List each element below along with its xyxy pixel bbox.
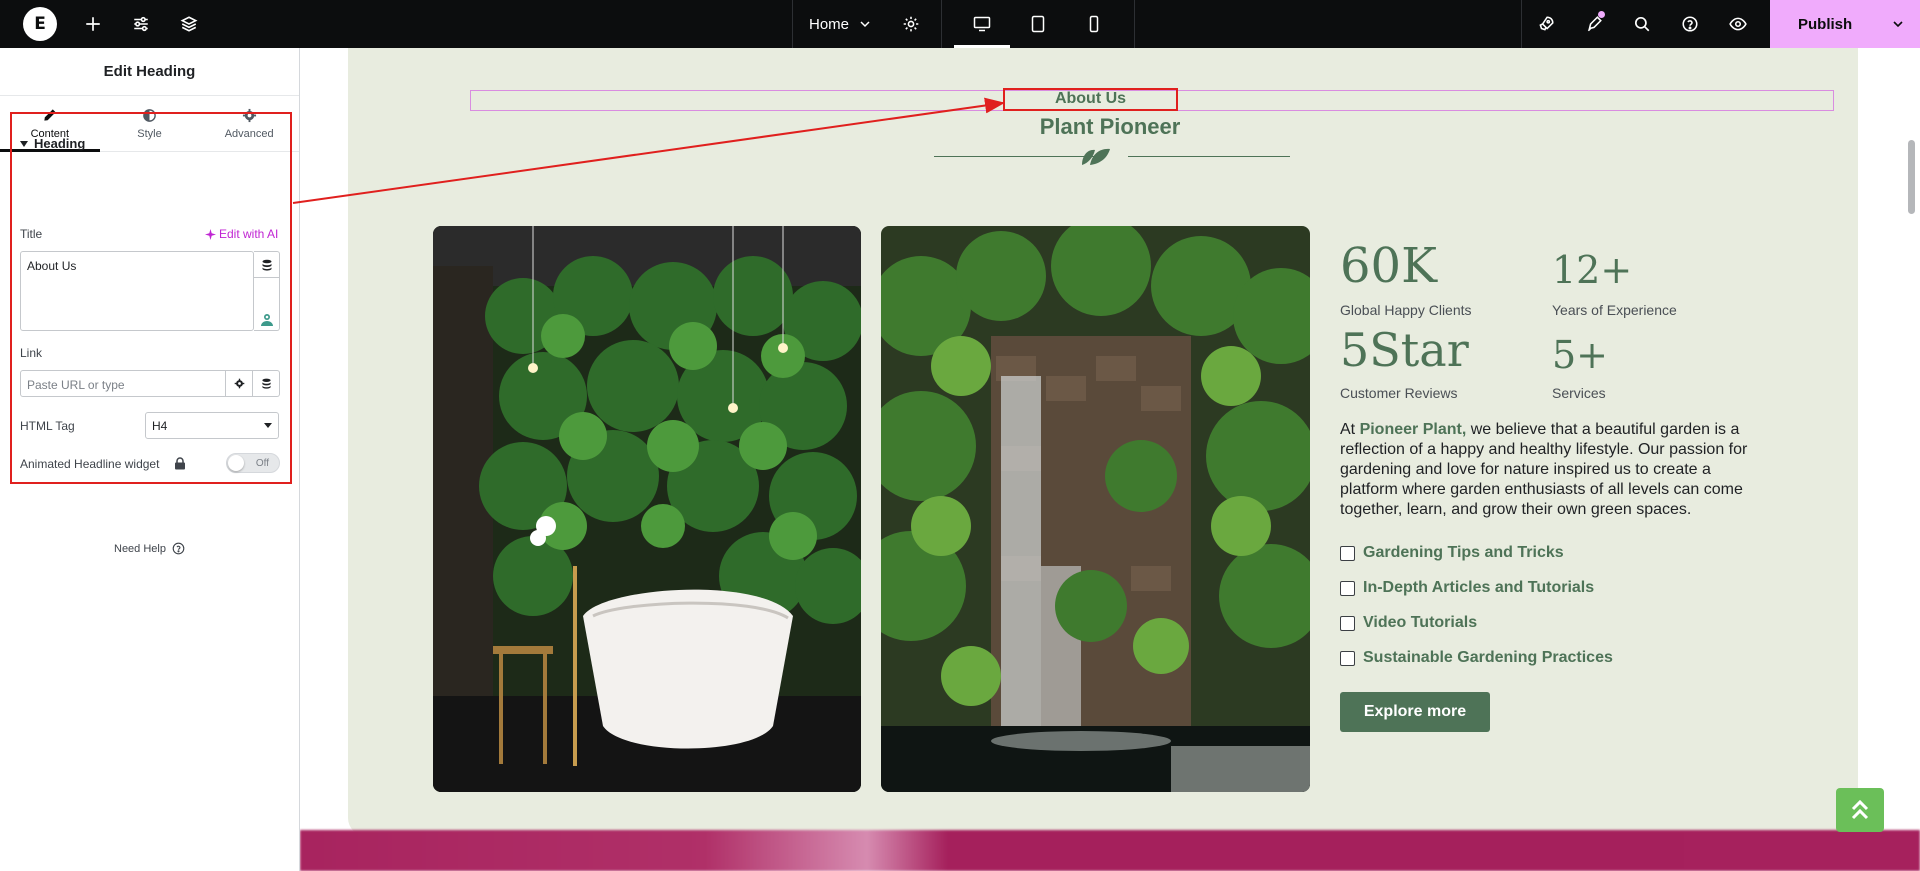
- title-label: Title: [20, 227, 43, 241]
- html-tag-label: HTML Tag: [20, 419, 75, 433]
- explore-more-button[interactable]: Explore more: [1340, 692, 1490, 732]
- mobile-view-icon[interactable]: [1066, 0, 1122, 48]
- desktop-view-icon[interactable]: [954, 0, 1011, 48]
- list-item-label: In-Depth Articles and Tutorials: [1363, 579, 1595, 596]
- list-item-label: Gardening Tips and Tricks: [1363, 544, 1564, 561]
- whats-new-icon[interactable]: [1570, 0, 1618, 48]
- animated-headline-toggle[interactable]: Off: [226, 453, 280, 473]
- about-heading[interactable]: About Us: [1003, 90, 1178, 108]
- toggle-label: Off: [255, 457, 269, 469]
- link-dynamic-database-icon[interactable]: [253, 370, 280, 397]
- bathroom-plant-wall-image: [433, 226, 861, 792]
- about-paragraph: At Pioneer Plant, we believe that a beau…: [1340, 420, 1760, 520]
- site-settings-sliders-icon[interactable]: [117, 0, 165, 48]
- stat-value: 12+: [1552, 248, 1633, 292]
- caret-down-icon: [264, 423, 272, 428]
- title-textarea[interactable]: About Us: [20, 251, 254, 331]
- chevron-down-icon[interactable]: [1892, 18, 1904, 30]
- notification-dot: [1598, 11, 1605, 18]
- ai-assistant-icon[interactable]: [254, 278, 279, 332]
- para-prefix: At: [1340, 421, 1360, 438]
- divider: [941, 0, 943, 48]
- checkbox-square-icon: [1340, 650, 1355, 666]
- list-item-label: Video Tutorials: [1363, 614, 1478, 631]
- preview-canvas: About Us Plant Pioneer 60K Global Happy …: [300, 48, 1920, 871]
- chevron-down-icon: [860, 21, 870, 28]
- preview-eye-icon[interactable]: [1714, 0, 1762, 48]
- sparkle-icon: [205, 228, 216, 240]
- stat-value: 60K: [1340, 238, 1437, 294]
- leaf-icon: [1082, 148, 1110, 165]
- list-item-label: Sustainable Gardening Practices: [1363, 649, 1613, 666]
- page-settings-gear-icon[interactable]: [887, 0, 935, 48]
- title-side-buttons: [254, 251, 280, 331]
- top-bar-center: Home: [792, 0, 1136, 48]
- structure-layers-icon[interactable]: [165, 0, 213, 48]
- brand-name: Pioneer Plant,: [1359, 421, 1467, 438]
- page-name: Home: [809, 15, 850, 33]
- list-item: In-Depth Articles and Tutorials: [1340, 579, 1594, 597]
- tablet-view-icon[interactable]: [1010, 0, 1066, 48]
- stat-label: Services: [1552, 385, 1606, 401]
- checkbox-square-icon: [1340, 580, 1355, 596]
- divider-line-left: [934, 156, 1096, 157]
- scroll-to-top-button[interactable]: [1836, 788, 1884, 832]
- panel-title: Edit Heading: [0, 48, 299, 96]
- canvas-scrollbar[interactable]: [1908, 140, 1915, 214]
- publish-button[interactable]: Publish: [1770, 0, 1920, 48]
- html-tag-value: H4: [152, 418, 168, 433]
- publish-label: Publish: [1798, 15, 1853, 33]
- section-toggle-heading[interactable]: Heading: [20, 136, 85, 151]
- checkbox-square-icon: [1340, 545, 1355, 561]
- checkbox-square-icon: [1340, 615, 1355, 631]
- search-icon[interactable]: [1618, 0, 1666, 48]
- need-help-link[interactable]: Need Help: [114, 542, 185, 555]
- divider: [1134, 0, 1136, 48]
- top-bar-right: Publish: [1521, 0, 1920, 48]
- link-url-input[interactable]: Paste URL or type: [20, 370, 226, 397]
- add-element-icon[interactable]: [69, 0, 117, 48]
- double-chevron-up-icon: [1851, 799, 1869, 820]
- edit-with-ai-label: Edit with AI: [219, 227, 279, 241]
- waterfall-plant-wall-image: [881, 226, 1310, 792]
- caret-down-icon: [20, 140, 28, 147]
- html-tag-select[interactable]: H4: [145, 412, 279, 439]
- elementor-logo-icon[interactable]: E: [23, 7, 57, 41]
- stat-value: 5Star: [1340, 323, 1469, 377]
- list-item: Gardening Tips and Tricks: [1340, 544, 1564, 562]
- list-item: Video Tutorials: [1340, 614, 1477, 632]
- page-selector[interactable]: Home: [792, 0, 887, 48]
- section-title: Heading: [34, 136, 86, 151]
- help-question-icon: [172, 542, 185, 555]
- top-bar-left: E: [0, 0, 213, 48]
- dynamic-tags-database-icon[interactable]: [254, 252, 279, 278]
- launch-rocket-icon[interactable]: [1522, 0, 1570, 48]
- help-question-icon[interactable]: [1666, 0, 1714, 48]
- top-bar: E Home Publish: [0, 0, 1920, 48]
- toggle-knob: [228, 455, 244, 471]
- list-item: Sustainable Gardening Practices: [1340, 649, 1613, 667]
- stat-label: Global Happy Clients: [1340, 302, 1472, 318]
- section-title[interactable]: Plant Pioneer: [300, 114, 1920, 140]
- animated-headline-label: Animated Headline widget: [20, 457, 160, 471]
- footer-section: [300, 830, 1920, 871]
- need-help-label: Need Help: [114, 542, 166, 555]
- link-label: Link: [20, 346, 43, 360]
- edit-with-ai-link[interactable]: Edit with AI: [205, 227, 278, 241]
- divider-line-right: [1128, 156, 1290, 157]
- stat-label: Customer Reviews: [1340, 385, 1458, 401]
- stat-label: Years of Experience: [1552, 302, 1677, 318]
- lock-icon: [175, 457, 185, 470]
- stat-value: 5+: [1552, 333, 1609, 377]
- link-options-gear-icon[interactable]: [226, 370, 253, 397]
